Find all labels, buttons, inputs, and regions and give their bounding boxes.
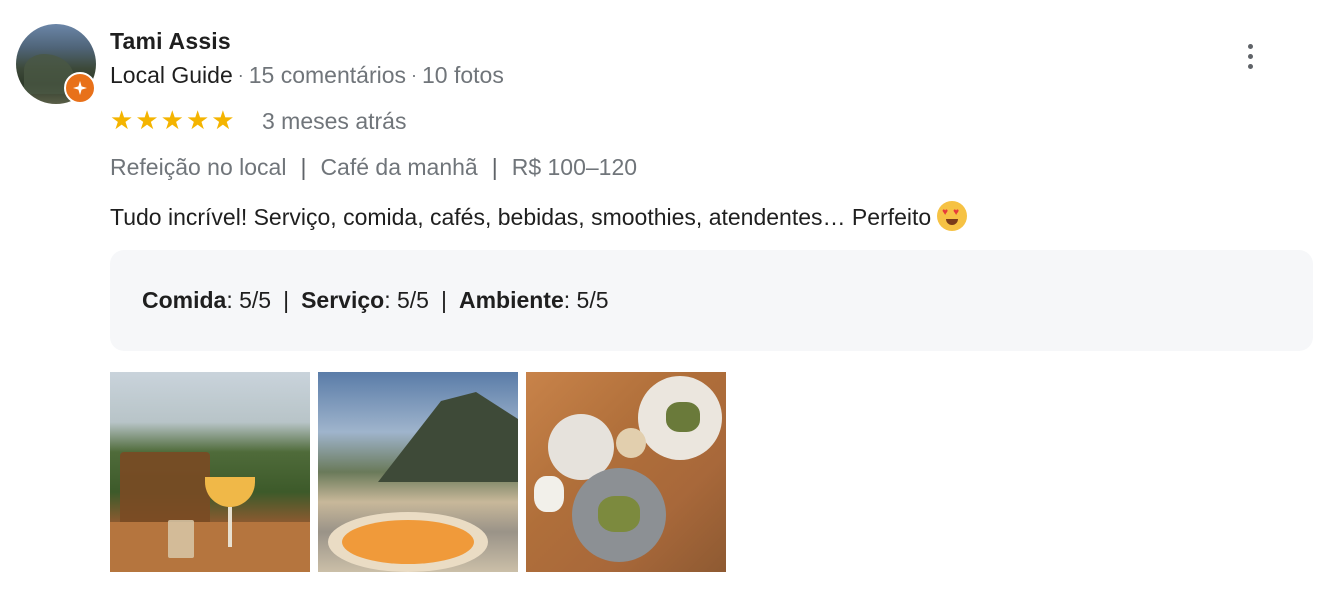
- more-options-dot: [1247, 53, 1253, 59]
- tag-price: R$ 100–120: [511, 154, 638, 180]
- rating-separator: |: [440, 287, 447, 313]
- reviewer-name[interactable]: Tami Assis: [110, 28, 231, 55]
- tag-separator: |: [491, 154, 498, 180]
- photo-avocado-toast: [666, 402, 700, 432]
- more-options-dot: [1247, 63, 1253, 69]
- review-photo-2[interactable]: [318, 372, 518, 572]
- local-guide-label: Local Guide: [110, 62, 233, 88]
- photo-food: [342, 520, 474, 564]
- review-tags: Refeição no local | Café da manhã | R$ 100–1…: [110, 154, 637, 181]
- rating-label-service: Serviço: [301, 287, 385, 313]
- review-body: Tudo incrível! Serviço, comida, cafés, b…: [110, 204, 932, 230]
- meta-separator: ·: [237, 65, 244, 85]
- more-options-icon: [1247, 43, 1253, 49]
- review-photo-3[interactable]: [526, 372, 726, 572]
- photo-mountain: [378, 392, 518, 482]
- heart-eye-icon: ♥: [942, 207, 949, 218]
- tag-separator: |: [300, 154, 307, 180]
- star-icon: ★: [135, 105, 159, 135]
- tag-service-type: Refeição no local: [110, 154, 287, 180]
- rating-value-service: : 5/5: [384, 287, 429, 313]
- heart-eyes-emoji-icon: ♥ ♥: [937, 201, 968, 231]
- star-icon: ★: [185, 105, 210, 135]
- photos-count: 10 fotos: [422, 62, 504, 88]
- star-icon: ★: [110, 105, 134, 135]
- reviewer-meta: Local Guide · 15 comentários · 10 fotos: [110, 62, 504, 89]
- photo-glass: [534, 476, 564, 512]
- rating-value-food: : 5/5: [226, 287, 272, 313]
- reviews-count: 15 comentários: [248, 62, 406, 88]
- photo-cocktail: [205, 477, 255, 507]
- local-guide-badge-icon: [64, 72, 96, 104]
- heart-eye-icon: ♥: [953, 207, 960, 218]
- rating-label-food: Comida: [142, 287, 227, 313]
- photo-coffee: [616, 428, 646, 458]
- rating-separator: |: [283, 287, 290, 313]
- aspect-ratings-box: Comida: 5/5 | Serviço: 5/5 | Ambiente: 5/5: [110, 250, 1313, 351]
- rating-value-ambience: : 5/5: [563, 287, 609, 313]
- photo-glass-stem: [228, 507, 232, 547]
- emoji-mouth: [946, 219, 959, 225]
- star-rating: ★ ★ ★ ★ ★: [110, 106, 235, 134]
- review-text: Tudo incrível! Serviço, comida, cafés, b…: [110, 201, 968, 231]
- review-date: 3 meses atrás: [262, 108, 407, 134]
- rating-label-ambience: Ambiente: [458, 287, 564, 313]
- more-options-button[interactable]: [1236, 36, 1264, 76]
- meta-separator: ·: [411, 65, 417, 85]
- review-photo-1[interactable]: [110, 372, 310, 572]
- star-icon: ★: [211, 105, 235, 135]
- star-icon: ★: [160, 105, 184, 135]
- photo-shot-glass: [168, 520, 194, 558]
- photo-food-bottom: [598, 496, 640, 532]
- aspect-ratings: Comida: 5/5 | Serviço: 5/5 | Ambiente: 5/5: [142, 287, 609, 314]
- photo-table: [110, 522, 310, 572]
- tag-meal-type: Café da manhã: [320, 154, 478, 180]
